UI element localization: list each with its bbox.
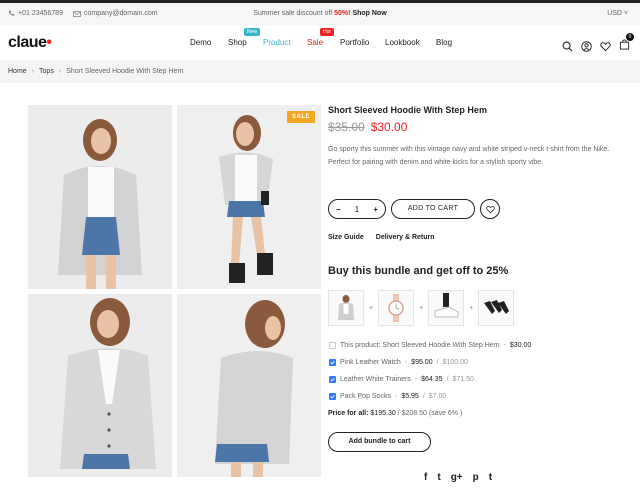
pinterest-icon[interactable]: p [473,472,479,483]
cart-count-badge: 0 [626,33,634,41]
model-photo-front [28,105,172,289]
nav-shop[interactable]: Shop New [228,28,261,47]
bundle-thumb-trainers[interactable] [428,290,465,326]
twitter-icon[interactable]: t [437,472,440,483]
breadcrumb-current: Short Sleeved Hoodie With Step Hem [66,68,184,75]
product-title: Short Sleeved Hoodie With Step Hem [328,105,487,115]
bundle-plus-sign: + [369,304,374,312]
sale-price: $30.00 [370,120,408,134]
bundle-total: Price for all: $195.30 / $208.50 (save 6… [328,410,463,417]
header-icons: 0 [562,33,634,55]
product-links: Size Guide Delivery & Return [328,234,435,241]
nav-sale[interactable]: Sale Hot [307,28,334,47]
bundle-plus-sign: + [419,304,424,312]
facebook-icon[interactable]: f [424,472,427,483]
bundle-list: This product: Short Sleeved Hoodie With … [329,337,531,405]
product-image-closeup[interactable] [28,294,172,477]
bundle-checkbox[interactable] [329,376,336,383]
model-photo-side [177,105,321,289]
bundle-plus-sign: + [469,304,474,312]
nav-demo[interactable]: Demo [190,38,211,47]
check-icon [330,360,335,365]
bundle-thumb-watch[interactable] [378,290,415,326]
watch-thumb-icon [388,294,404,322]
heart-icon[interactable] [600,41,611,52]
wishlist-button[interactable] [480,199,500,219]
site-logo[interactable]: claue• [8,34,52,52]
nav-portfolio[interactable]: Portfolio [340,38,369,47]
breadcrumb-separator: › [31,68,35,75]
qty-increase-button[interactable]: + [373,205,378,214]
product-image-side[interactable]: SALE [177,105,321,289]
topbar-promo: Summer sale discount off 50%! Shop Now [253,10,387,17]
bundle-checkbox-disabled [329,342,336,349]
bundle-checkbox[interactable] [329,359,336,366]
nav-product[interactable]: Product [263,38,291,47]
add-bundle-to-cart-button[interactable]: Add bundle to cart [328,432,431,452]
cart-button[interactable]: 0 [619,33,634,55]
product-description: Go sporty this summer with this vintage … [328,146,610,166]
user-icon[interactable] [581,40,592,52]
model-photo-back [177,294,321,477]
quantity-stepper: − 1 + [328,199,386,219]
product-image-back[interactable] [177,294,321,477]
check-icon [330,377,335,382]
check-icon [330,394,335,399]
bundle-row: Pink Leather Watch - $95.00 / $100.00 [329,354,531,371]
delivery-return-link[interactable]: Delivery & Return [376,234,435,241]
bundle-thumb-socks[interactable] [478,290,515,326]
nav-new-badge: New [244,28,261,36]
qty-decrease-button[interactable]: − [336,205,341,214]
breadcrumb-category[interactable]: Tops [39,68,54,75]
product-price: $35.00 $30.00 [328,120,407,134]
heart-icon [485,205,495,213]
nav-lookbook[interactable]: Lookbook [385,38,420,47]
promo-percent: 50%! [334,10,351,17]
nav-blog[interactable]: Blog [436,38,452,47]
breadcrumb-home[interactable]: Home [8,68,27,75]
tumblr-icon[interactable]: t [489,472,492,483]
social-share: f t g+ p t [424,472,492,483]
site-header: claue• Demo Shop New Product Sale Hot Port… [0,25,640,60]
socks-thumb-icon [484,300,510,314]
bundle-checkbox[interactable] [329,393,336,400]
breadcrumb-trail: Home › Tops › Short Sleeved Hoodie With … [8,68,183,75]
bundle-title: Buy this bundle and get off to 25% [328,265,509,277]
qty-value[interactable]: 1 [355,205,359,214]
currency-selector[interactable]: USD ˅ [607,10,628,17]
topbar: +01 23456789 company@domain.com Summer s… [0,3,640,25]
trainers-thumb-icon [434,293,459,318]
logo-dot: • [46,34,52,51]
old-price: $35.00 [328,120,365,134]
model-photo-closeup [28,294,172,477]
add-to-cart-button[interactable]: ADD TO CART [391,199,475,219]
breadcrumb: Home › Tops › Short Sleeved Hoodie With … [0,60,640,83]
sale-tag: SALE [286,111,315,123]
nav-hot-badge: Hot [320,28,334,36]
bundle-row: Pack Pop Socks - $5.95 / $7.00 [329,388,531,405]
bundle-thumb-hoodie[interactable] [328,290,364,326]
bundle-row: This product: Short Sleeved Hoodie With … [329,337,531,354]
bundle-thumbnails: + + + [328,290,515,326]
breadcrumb-separator: › [58,68,62,75]
search-icon[interactable] [562,41,573,52]
google-plus-icon[interactable]: g+ [451,472,463,483]
hoodie-thumb-icon [338,295,354,320]
size-guide-link[interactable]: Size Guide [328,234,364,241]
bundle-row: Leather White Trainers - $64.35 / $71.50 [329,371,531,388]
product-image-front[interactable] [28,105,172,289]
shop-now-link[interactable]: Shop Now [352,10,386,17]
